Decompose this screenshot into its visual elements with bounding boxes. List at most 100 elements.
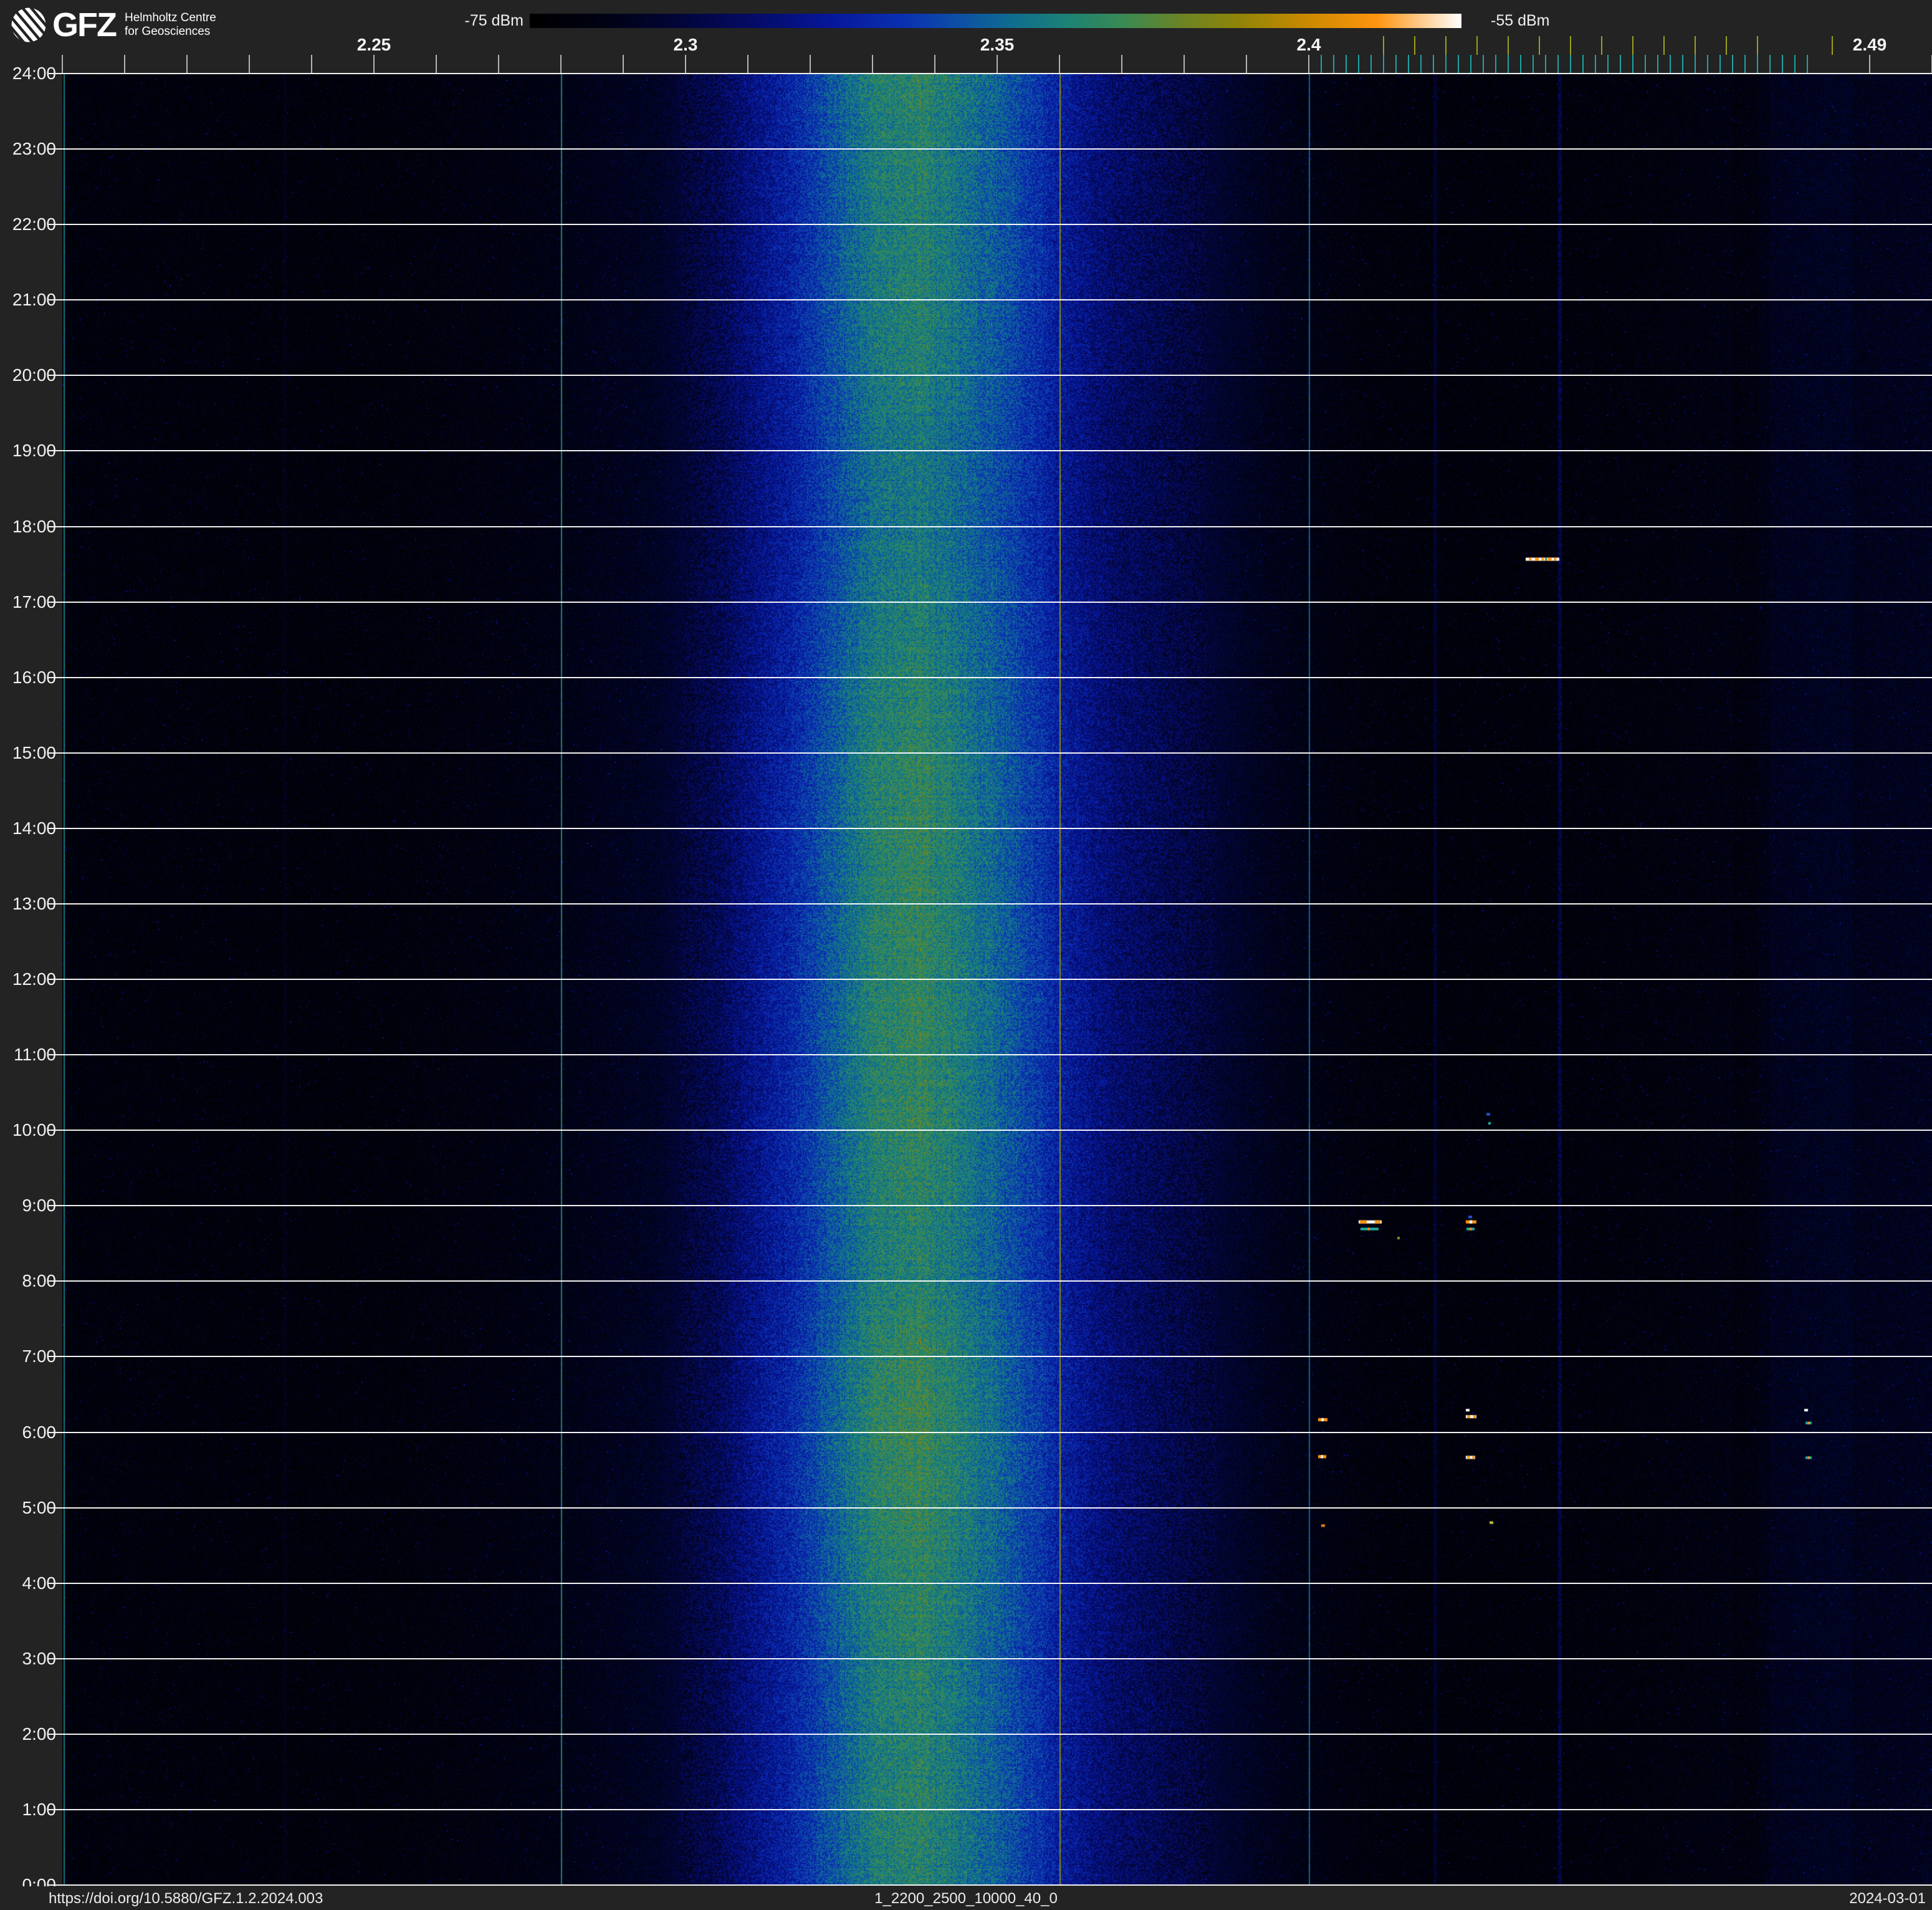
ble-channel-tick <box>1383 55 1384 74</box>
hour-label: 14:00 <box>12 818 56 838</box>
colorbar-min-label: -75 dBm <box>464 12 524 29</box>
hour-label: 3:00 <box>22 1648 57 1668</box>
hour-label: 24:00 <box>12 64 56 83</box>
frequency-tick-label: 2.35 <box>980 35 1015 54</box>
hour-gridline <box>49 299 1932 301</box>
major-frequency-tick <box>1121 55 1122 74</box>
gfz-logo: GFZ Helmholtz Centre for Geosciences <box>11 7 216 42</box>
hour-label: 15:00 <box>12 742 56 762</box>
hour-gridline <box>49 1507 1932 1509</box>
hour-label: 23:00 <box>12 139 56 159</box>
ble-channel-tick <box>1682 55 1683 74</box>
ble-channel-tick <box>1769 55 1771 74</box>
wifi-channel-tick <box>1383 36 1384 55</box>
ble-channel-tick <box>1420 55 1422 74</box>
frequency-tick-label: 2.49 <box>1852 35 1887 54</box>
major-frequency-tick <box>1059 55 1060 74</box>
ble-channel-tick <box>1744 55 1746 74</box>
hour-gridline <box>49 1658 1932 1659</box>
hour-label: 21:00 <box>12 290 56 310</box>
hour-gridline <box>49 903 1932 905</box>
wifi-channel-tick <box>1632 36 1633 55</box>
hour-gridline <box>49 1808 1932 1810</box>
major-frequency-tick <box>1308 55 1309 74</box>
major-frequency-tick <box>373 55 375 74</box>
major-frequency-tick <box>1869 55 1870 74</box>
ble-channel-tick <box>1595 55 1596 74</box>
ble-channel-tick <box>1719 55 1721 74</box>
ble-channel-tick <box>1395 55 1397 74</box>
major-frequency-tick <box>62 55 63 74</box>
ble-channel-tick <box>1707 55 1708 74</box>
ble-channel-tick <box>1483 55 1484 74</box>
ble-channel-tick <box>1533 55 1534 74</box>
ble-channel-tick <box>1670 55 1671 74</box>
hour-label: 20:00 <box>12 365 56 385</box>
hour-label: 17:00 <box>12 592 56 612</box>
hour-gridline <box>49 148 1932 150</box>
hour-gridline <box>49 1733 1932 1735</box>
hour-label: 16:00 <box>12 667 56 687</box>
major-frequency-tick <box>436 55 437 74</box>
wifi-channel-tick <box>1757 36 1758 55</box>
hour-gridline <box>49 525 1932 527</box>
ble-channel-tick <box>1508 55 1509 74</box>
ble-channel-tick <box>1645 55 1646 74</box>
major-frequency-tick <box>498 55 499 74</box>
hour-label: 12:00 <box>12 969 56 989</box>
hour-gridline <box>49 676 1932 678</box>
ble-channel-tick <box>1433 55 1434 74</box>
ble-channel-tick <box>1782 55 1783 74</box>
major-frequency-tick <box>311 55 312 74</box>
hour-label: 4:00 <box>22 1573 57 1593</box>
hour-gridline <box>49 224 1932 226</box>
wifi-channel-tick <box>1414 36 1415 55</box>
wifi-channel-tick <box>1570 36 1571 55</box>
hour-gridline <box>49 752 1932 754</box>
logo-acronym: GFZ <box>52 6 117 44</box>
ble-channel-tick <box>1557 55 1559 74</box>
wifi-channel-tick <box>1539 36 1540 55</box>
ble-channel-tick <box>1346 55 1347 74</box>
logo-name-line1: Helmholtz Centre <box>124 11 216 24</box>
wifi-channel-tick <box>1476 36 1478 55</box>
ble-channel-tick <box>1470 55 1471 74</box>
ble-channel-tick <box>1620 55 1621 74</box>
logo-name-line2: for Geosciences <box>124 25 211 38</box>
hour-gridline <box>49 1054 1932 1056</box>
frequency-tick-label: 2.4 <box>1296 35 1321 54</box>
hour-gridline <box>49 601 1932 603</box>
ble-channel-tick <box>1570 55 1571 74</box>
wifi-channel-tick <box>1508 36 1509 55</box>
hour-gridline <box>49 1884 1932 1886</box>
hour-gridline <box>49 73 1932 74</box>
hour-gridline <box>49 1431 1932 1433</box>
ble-channel-tick <box>1520 55 1521 74</box>
hour-gridline <box>49 827 1932 829</box>
ble-channel-tick <box>1445 55 1447 74</box>
ble-channel-tick <box>1657 55 1658 74</box>
hour-label: 1:00 <box>22 1799 57 1819</box>
colorbar-gradient <box>530 14 1461 28</box>
ble-channel-tick <box>1358 55 1359 74</box>
hour-gridline <box>49 1130 1932 1131</box>
ble-channel-tick <box>1495 55 1496 74</box>
date-label: 2024-03-01 <box>1849 1890 1926 1907</box>
major-frequency-tick <box>934 55 935 74</box>
hour-gridline <box>49 1205 1932 1207</box>
major-frequency-tick <box>1184 55 1185 74</box>
hour-gridline <box>49 375 1932 377</box>
hour-label: 13:00 <box>12 893 56 913</box>
ble-channel-tick <box>1582 55 1584 74</box>
ble-channel-tick <box>1807 55 1808 74</box>
wifi-channel-tick <box>1726 36 1727 55</box>
ble-channel-tick <box>1458 55 1459 74</box>
hour-label: 8:00 <box>22 1271 57 1291</box>
major-frequency-tick <box>186 55 188 74</box>
ble-channel-tick <box>1732 55 1733 74</box>
hour-label: 22:00 <box>12 214 56 234</box>
hour-label: 7:00 <box>22 1346 57 1366</box>
wifi-channel-tick <box>1695 36 1696 55</box>
major-frequency-tick <box>810 55 811 74</box>
hour-label: 19:00 <box>12 441 56 461</box>
